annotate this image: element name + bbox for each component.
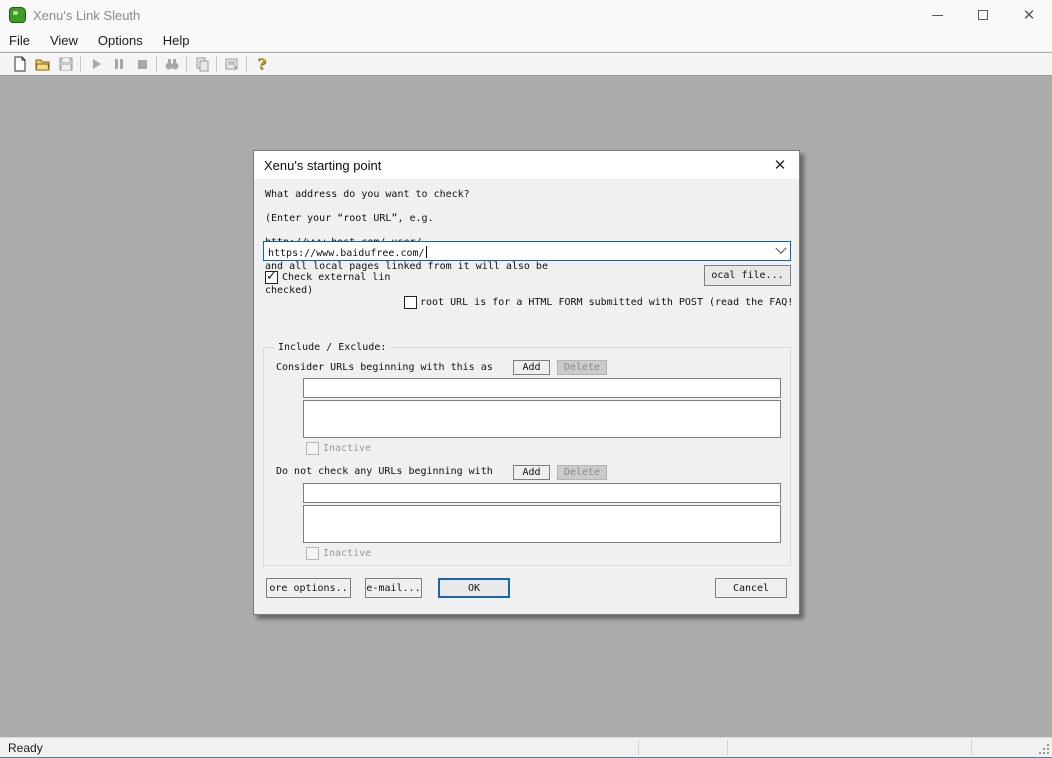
open-folder-icon bbox=[35, 56, 51, 72]
dialog-title: Xenu's starting point bbox=[264, 158, 381, 173]
exclude-url-input[interactable] bbox=[303, 483, 781, 503]
close-button[interactable]: ✕ bbox=[1006, 0, 1052, 30]
combobox-dropdown-button[interactable] bbox=[772, 243, 789, 259]
prompt-line: What address do you want to check? bbox=[265, 189, 470, 200]
window-title: Xenu's Link Sleuth bbox=[33, 8, 140, 23]
resize-grip-icon[interactable] bbox=[1047, 752, 1049, 754]
stop-icon bbox=[134, 56, 150, 72]
maximize-button[interactable] bbox=[960, 0, 1006, 30]
toolbar-separator bbox=[156, 56, 157, 72]
toolbar-separator bbox=[216, 56, 217, 72]
dialog-close-button[interactable]: ✕ bbox=[770, 155, 790, 175]
pause-icon bbox=[111, 56, 127, 72]
consider-add-button[interactable]: Add bbox=[513, 360, 550, 375]
status-text: Ready bbox=[8, 741, 43, 755]
prompt-line: checked) bbox=[265, 285, 313, 296]
play-icon bbox=[88, 56, 104, 72]
check-external-label[interactable]: Check external lin bbox=[282, 272, 390, 283]
properties-button[interactable] bbox=[220, 54, 243, 74]
maximize-icon bbox=[978, 10, 988, 20]
prompt-line: (Enter your “root URL”, e.g. bbox=[265, 213, 434, 224]
ok-button[interactable]: OK bbox=[438, 578, 510, 598]
post-form-checkbox[interactable] bbox=[404, 296, 417, 309]
menu-options[interactable]: Options bbox=[88, 30, 153, 52]
new-document-icon bbox=[12, 56, 28, 72]
close-icon: ✕ bbox=[774, 156, 787, 174]
dialog-titlebar: Xenu's starting point ✕ bbox=[254, 151, 799, 179]
open-folder-button[interactable] bbox=[31, 54, 54, 74]
help-button[interactable]: ? bbox=[250, 54, 273, 74]
url-value: https://www.baidufree.com/ bbox=[268, 246, 427, 259]
exclude-url-list[interactable] bbox=[303, 505, 781, 543]
exclude-inactive-label: Inactive bbox=[323, 548, 371, 559]
stop-button[interactable] bbox=[130, 54, 153, 74]
exclude-delete-button[interactable]: Delete bbox=[557, 465, 607, 480]
toolbar: ? bbox=[0, 53, 1052, 76]
consider-urls-label: Consider URLs beginning with this as bbox=[276, 362, 493, 373]
find-binoculars-icon bbox=[164, 56, 180, 72]
copy-button[interactable] bbox=[190, 54, 213, 74]
menu-file[interactable]: File bbox=[0, 30, 40, 52]
exclude-add-button[interactable]: Add bbox=[513, 465, 550, 480]
toolbar-separator bbox=[186, 56, 187, 72]
group-legend: Include / Exclude: bbox=[275, 342, 389, 353]
minimize-icon bbox=[932, 15, 943, 16]
menu-view[interactable]: View bbox=[40, 30, 88, 52]
start-button[interactable] bbox=[84, 54, 107, 74]
status-divider bbox=[638, 740, 639, 755]
status-divider bbox=[971, 740, 972, 755]
consider-inactive-label: Inactive bbox=[323, 443, 371, 454]
app-icon bbox=[9, 7, 26, 23]
copy-icon bbox=[194, 56, 210, 72]
more-options-button[interactable]: ore options.. bbox=[266, 578, 351, 598]
pause-button[interactable] bbox=[107, 54, 130, 74]
window-titlebar: Xenu's Link Sleuth ✕ bbox=[0, 0, 1052, 30]
properties-icon bbox=[224, 56, 240, 72]
exclude-inactive-checkbox[interactable] bbox=[306, 547, 319, 560]
exclude-urls-label: Do not check any URLs beginning with bbox=[276, 466, 493, 477]
url-combobox[interactable]: https://www.baidufree.com/ bbox=[263, 241, 791, 261]
close-icon: ✕ bbox=[1023, 8, 1036, 23]
menu-help[interactable]: Help bbox=[153, 30, 200, 52]
toolbar-separator bbox=[80, 56, 81, 72]
text-cursor bbox=[426, 246, 427, 258]
checkmark-icon: ✓ bbox=[266, 269, 277, 284]
consider-delete-button[interactable]: Delete bbox=[557, 360, 607, 375]
menu-bar: File View Options Help bbox=[0, 30, 1052, 52]
status-divider bbox=[727, 740, 728, 755]
post-form-label[interactable]: root URL is for a HTML FORM submitted wi… bbox=[420, 297, 792, 308]
cancel-button[interactable]: Cancel bbox=[715, 578, 787, 598]
local-file-button[interactable]: ocal file... bbox=[704, 265, 791, 286]
consider-inactive-checkbox[interactable] bbox=[306, 442, 319, 455]
help-icon: ? bbox=[257, 55, 266, 73]
starting-point-dialog: Xenu's starting point ✕ What address do … bbox=[253, 150, 800, 615]
prompt-line: and all local pages linked from it will … bbox=[265, 261, 548, 272]
status-bar: Ready bbox=[0, 737, 1052, 758]
minimize-button[interactable] bbox=[914, 0, 960, 30]
toolbar-separator bbox=[246, 56, 247, 72]
check-external-checkbox[interactable]: ✓ bbox=[265, 271, 278, 284]
find-button[interactable] bbox=[160, 54, 183, 74]
email-button[interactable]: e-mail... bbox=[365, 578, 422, 598]
save-button[interactable] bbox=[54, 54, 77, 74]
consider-url-list[interactable] bbox=[303, 400, 781, 438]
chevron-down-icon bbox=[775, 243, 786, 254]
save-icon bbox=[58, 56, 74, 72]
consider-url-input[interactable] bbox=[303, 378, 781, 398]
new-document-button[interactable] bbox=[8, 54, 31, 74]
